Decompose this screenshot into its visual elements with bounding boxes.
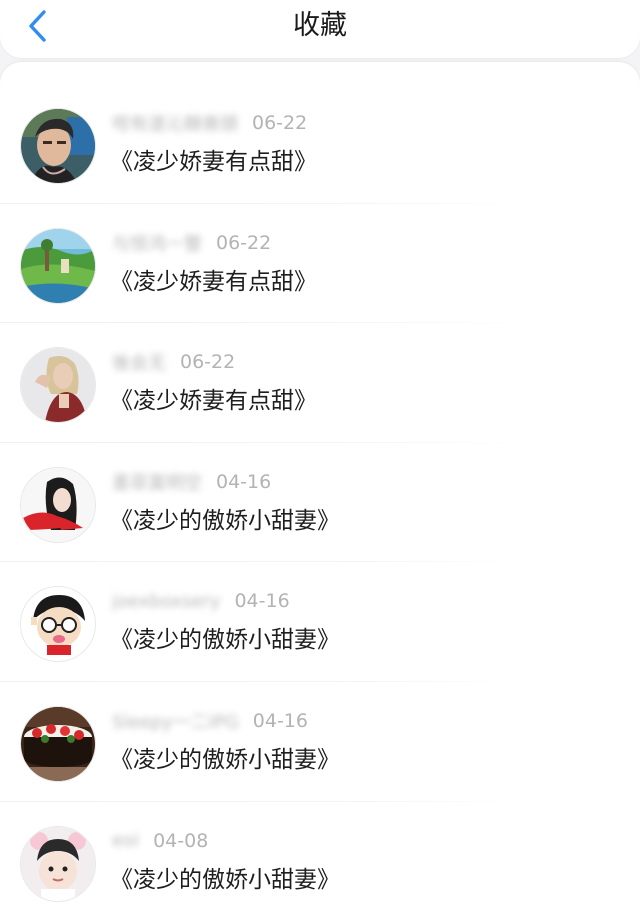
username: 咁有遂沁棘兽頭 bbox=[112, 114, 238, 135]
favorite-date: 04-16 bbox=[252, 709, 308, 732]
book-title[interactable]: 《凌少娇妻有点甜》 bbox=[110, 142, 317, 176]
username: Sleepy一二IPG bbox=[112, 711, 239, 733]
avatar-cake-icon[interactable] bbox=[20, 705, 96, 782]
favorite-item[interactable]: 咁有遂沁棘兽頭 06-22 《凌少娇妻有点甜》 bbox=[0, 84, 640, 204]
favorite-item[interactable]: Sleepy一二IPG 04-16 《凌少的傲娇小甜妻》 bbox=[0, 682, 640, 802]
avatar-woman-icon[interactable] bbox=[20, 347, 96, 424]
avatar-landscape-icon[interactable] bbox=[20, 227, 96, 304]
username: 後会无 bbox=[112, 353, 166, 375]
top-bar: 收藏 bbox=[0, 0, 640, 58]
page-title: 收藏 bbox=[293, 10, 347, 41]
avatar-girl-illustration-icon[interactable] bbox=[20, 466, 96, 543]
favorite-item[interactable]: 与惊鸿一瞥 06-22 《凌少娇妻有点甜》 bbox=[0, 204, 640, 324]
book-title[interactable]: 《凌少的傲娇小甜妻》 bbox=[110, 740, 340, 774]
favorite-item[interactable]: joexboxsery 04-16 《凌少的傲娇小甜妻》 bbox=[0, 562, 640, 682]
avatar-cartoon-icon[interactable] bbox=[20, 586, 96, 663]
favorite-date: 06-22 bbox=[216, 231, 272, 254]
favorite-date: 04-08 bbox=[153, 829, 209, 852]
favorite-date: 04-16 bbox=[234, 590, 290, 613]
book-title[interactable]: 《凌少的傲娇小甜妻》 bbox=[110, 860, 340, 894]
username: joexboxsery bbox=[112, 590, 221, 612]
favorite-item[interactable]: eoi 04-08 《凌少的傲娇小甜妻》 bbox=[0, 802, 640, 907]
book-title[interactable]: 《凌少娇妻有点甜》 bbox=[110, 381, 317, 415]
favorite-date: 06-22 bbox=[252, 112, 308, 134]
username: 墨菲寞明空 bbox=[112, 472, 202, 494]
favorite-date: 04-16 bbox=[216, 470, 272, 493]
avatar-child-icon[interactable] bbox=[20, 825, 96, 902]
favorite-item[interactable]: 墨菲寞明空 04-16 《凌少的傲娇小甜妻》 bbox=[0, 443, 640, 563]
favorites-list: 咁有遂沁棘兽頭 06-22 《凌少娇妻有点甜》 与惊鸿一瞥 06-22 《凌少娇… bbox=[0, 62, 640, 907]
username: 与惊鸿一瞥 bbox=[112, 233, 202, 255]
username: eoi bbox=[112, 830, 140, 852]
book-title[interactable]: 《凌少娇妻有点甜》 bbox=[110, 262, 317, 296]
book-title[interactable]: 《凌少的傲娇小甜妻》 bbox=[110, 501, 340, 535]
avatar-man-icon[interactable] bbox=[20, 108, 96, 184]
book-title[interactable]: 《凌少的傲娇小甜妻》 bbox=[110, 620, 340, 654]
favorite-item[interactable]: 後会无 06-22 《凌少娇妻有点甜》 bbox=[0, 323, 640, 443]
favorite-date: 06-22 bbox=[180, 351, 236, 374]
